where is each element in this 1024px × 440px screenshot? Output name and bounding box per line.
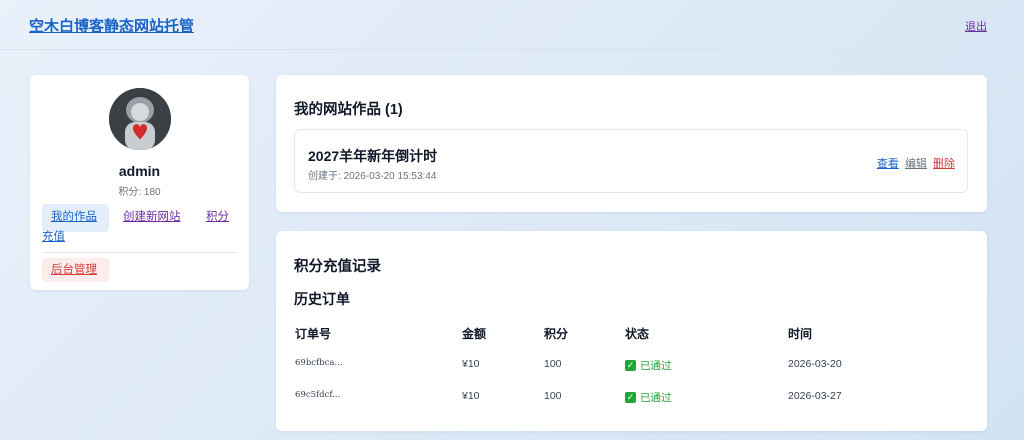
- top-header: 空木白博客静态网站托管 退出: [0, 0, 1024, 50]
- profile-card: admin 积分: 180 我的作品 创建新网站 积分 充值 后台管理: [30, 75, 249, 290]
- column-header-time: 时间: [788, 327, 813, 341]
- history-title: 历史订单: [294, 291, 350, 307]
- work-actions: 查看 编辑 删除: [874, 155, 955, 171]
- work-name: 2027羊年新年倒计时: [308, 148, 438, 164]
- order-time: 2026-03-27: [788, 390, 842, 402]
- order-points: 100: [544, 358, 562, 370]
- username: admin: [118, 163, 161, 179]
- nav-points-recharge[interactable]: 积分: [206, 210, 229, 225]
- works-title: 我的网站作品 (1): [294, 102, 403, 118]
- avatar: [109, 88, 171, 150]
- nav-admin[interactable]: 后台管理: [42, 258, 109, 282]
- logout-link[interactable]: 退出: [965, 18, 987, 34]
- nav-points-recharge-wrap[interactable]: 充值: [42, 230, 65, 245]
- order-id: 69c5fdcf...: [295, 390, 341, 400]
- status-text: 已通过: [640, 360, 672, 372]
- nav-my-works[interactable]: 我的作品: [42, 204, 109, 232]
- order-amount: ¥10: [462, 390, 480, 402]
- avatar-image-icon: [109, 88, 171, 150]
- order-status: ✓ 已通过: [625, 358, 672, 373]
- check-icon: ✓: [625, 360, 636, 371]
- nav-create-site[interactable]: 创建新网站: [123, 210, 181, 225]
- order-points: 100: [544, 390, 562, 402]
- edit-link[interactable]: 编辑: [905, 158, 927, 170]
- delete-link[interactable]: 删除: [933, 158, 955, 170]
- order-status: ✓ 已通过: [625, 390, 672, 405]
- check-icon: ✓: [625, 392, 636, 403]
- order-id: 69bcfbca...: [295, 358, 343, 368]
- work-item: 2027羊年新年倒计时 创建于: 2026-03-20 15:53:44 查看 …: [294, 129, 968, 193]
- order-time: 2026-03-20: [788, 358, 842, 370]
- work-created-time: 创建于: 2026-03-20 15:53:44: [308, 171, 437, 182]
- points-balance: 积分: 180: [118, 187, 161, 198]
- status-text: 已通过: [640, 392, 672, 404]
- recharge-title: 积分充值记录: [294, 259, 381, 275]
- order-amount: ¥10: [462, 358, 480, 370]
- column-header-status: 状态: [625, 327, 650, 341]
- view-link[interactable]: 查看: [877, 158, 899, 170]
- column-header-points: 积分: [544, 327, 569, 341]
- divider: [42, 252, 237, 253]
- recharge-card: 积分充值记录 历史订单 订单号 金额 积分 状态 时间 69bcfbca... …: [276, 231, 987, 431]
- column-header-order: 订单号: [295, 327, 332, 341]
- column-header-amount: 金额: [462, 327, 487, 341]
- site-title-link[interactable]: 空木白博客静态网站托管: [29, 15, 194, 36]
- works-card: 我的网站作品 (1) 2027羊年新年倒计时 创建于: 2026-03-20 1…: [276, 75, 987, 212]
